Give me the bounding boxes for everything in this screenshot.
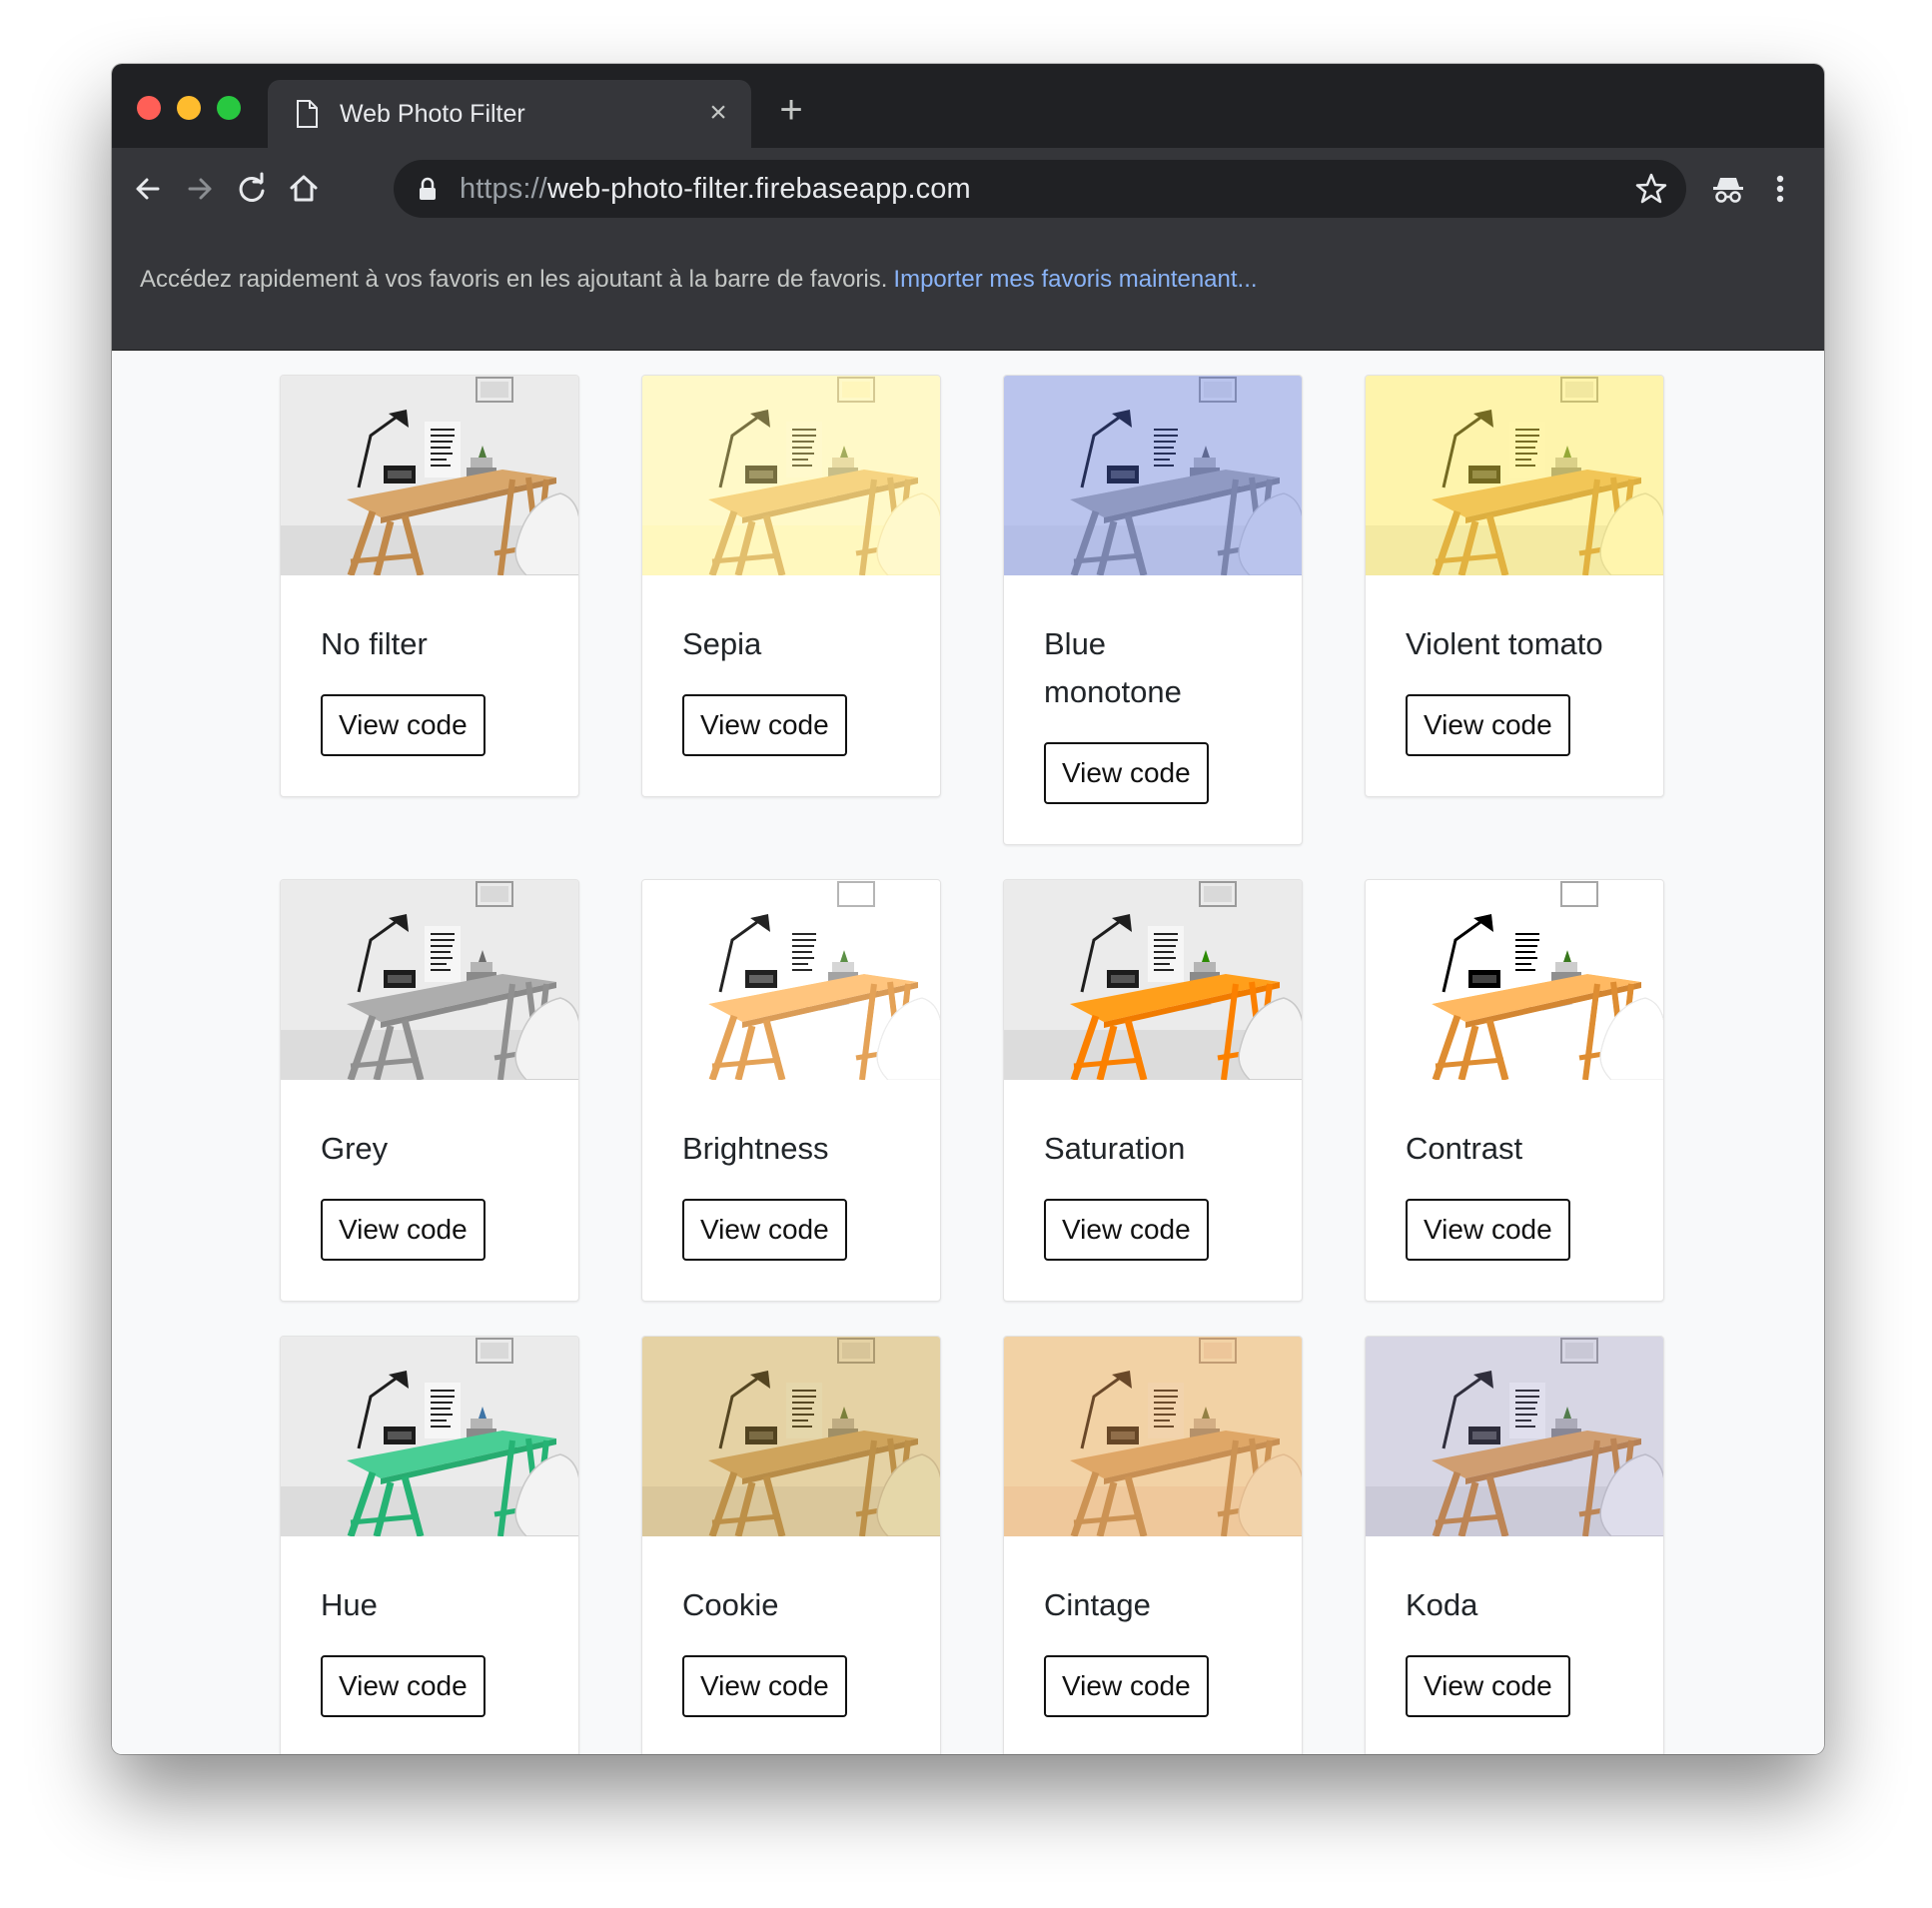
desk-photo-thumbnail — [1366, 880, 1663, 1080]
card-body: Brightness View code — [642, 1080, 940, 1301]
home-icon[interactable] — [284, 169, 324, 209]
card-body: Grey View code — [281, 1080, 578, 1301]
filter-title: Cintage — [1044, 1587, 1151, 1622]
lock-icon[interactable] — [418, 176, 438, 207]
filter-card: No filter View code — [280, 375, 579, 797]
card-body: Violent tomato View code — [1366, 575, 1663, 796]
filter-card: Hue View code — [280, 1336, 579, 1754]
filter-title: Hue — [321, 1587, 378, 1622]
view-code-button[interactable]: View code — [321, 694, 485, 756]
filter-title: Koda — [1406, 1587, 1478, 1622]
page-icon — [296, 100, 318, 133]
address-bar[interactable]: https://web-photo-filter.firebaseapp.com — [394, 160, 1686, 218]
card-body: Koda View code — [1366, 1536, 1663, 1754]
filter-card: Violent tomato View code — [1365, 375, 1664, 797]
desk-photo-thumbnail — [1004, 376, 1302, 575]
browser-window: Web Photo Filter × + https://web-photo-f… — [112, 64, 1824, 1754]
bookmark-star-icon[interactable] — [1634, 172, 1668, 211]
page-content: No filter View code Sepia View code Blue… — [112, 351, 1824, 1754]
desk-photo-thumbnail — [1004, 880, 1302, 1080]
desk-photo-thumbnail — [1004, 1337, 1302, 1536]
browser-toolbar: https://web-photo-filter.firebaseapp.com — [112, 148, 1824, 230]
filter-card: Brightness View code — [641, 879, 941, 1302]
desk-photo-thumbnail — [281, 880, 578, 1080]
window-controls — [137, 96, 241, 120]
menu-kebab-icon[interactable] — [1760, 169, 1800, 209]
card-body: Hue View code — [281, 1536, 578, 1754]
filter-title: No filter — [321, 626, 428, 661]
view-code-button[interactable]: View code — [1044, 1199, 1209, 1261]
view-code-button[interactable]: View code — [1044, 1655, 1209, 1717]
filter-card: Contrast View code — [1365, 879, 1664, 1302]
view-code-button[interactable]: View code — [1406, 1655, 1570, 1717]
filter-card-grid: No filter View code Sepia View code Blue… — [280, 375, 1664, 1754]
filter-title: Saturation — [1044, 1131, 1186, 1166]
view-code-button[interactable]: View code — [1044, 742, 1209, 804]
url-text: https://web-photo-filter.firebaseapp.com — [460, 173, 971, 206]
reload-icon[interactable] — [232, 169, 272, 209]
view-code-button[interactable]: View code — [321, 1655, 485, 1717]
bookmarks-hint-text: Accédez rapidement à vos favoris en les … — [140, 266, 888, 293]
card-body: Cookie View code — [642, 1536, 940, 1754]
view-code-button[interactable]: View code — [1406, 1199, 1570, 1261]
card-body: Saturation View code — [1004, 1080, 1302, 1301]
view-code-button[interactable]: View code — [321, 1199, 485, 1261]
filter-card: Cintage View code — [1003, 1336, 1303, 1754]
bookmarks-hint: Accédez rapidement à vos favoris en les … — [140, 266, 1258, 294]
url-scheme: https:// — [460, 173, 547, 205]
close-window-button[interactable] — [137, 96, 161, 120]
filter-card: Cookie View code — [641, 1336, 941, 1754]
desk-photo-thumbnail — [642, 376, 940, 575]
forward-arrow-icon[interactable] — [180, 169, 220, 209]
desk-photo-thumbnail — [642, 1337, 940, 1536]
filter-card: Blue monotone View code — [1003, 375, 1303, 845]
filter-title: Blue monotone — [1044, 626, 1182, 709]
desk-photo-thumbnail — [281, 376, 578, 575]
view-code-button[interactable]: View code — [682, 1655, 847, 1717]
back-arrow-icon[interactable] — [128, 169, 168, 209]
desk-photo-thumbnail — [281, 1337, 578, 1536]
filter-title: Grey — [321, 1131, 389, 1166]
view-code-button[interactable]: View code — [1406, 694, 1570, 756]
filter-title: Contrast — [1406, 1131, 1523, 1166]
view-code-button[interactable]: View code — [682, 1199, 847, 1261]
card-body: Contrast View code — [1366, 1080, 1663, 1301]
filter-card: Sepia View code — [641, 375, 941, 797]
filter-card: Saturation View code — [1003, 879, 1303, 1302]
filter-title: Violent tomato — [1406, 626, 1603, 661]
filter-title: Cookie — [682, 1587, 779, 1622]
filter-title: Brightness — [682, 1131, 829, 1166]
view-code-button[interactable]: View code — [682, 694, 847, 756]
card-body: Cintage View code — [1004, 1536, 1302, 1754]
url-host: web-photo-filter.firebaseapp.com — [546, 173, 971, 205]
filter-title: Sepia — [682, 626, 762, 661]
minimize-window-button[interactable] — [177, 96, 201, 120]
tab-title: Web Photo Filter — [340, 100, 525, 128]
desk-photo-thumbnail — [1366, 376, 1663, 575]
close-tab-icon[interactable]: × — [701, 96, 735, 130]
active-tab[interactable]: Web Photo Filter × — [268, 80, 751, 148]
zoom-window-button[interactable] — [217, 96, 241, 120]
bookmarks-bar: Accédez rapidement à vos favoris en les … — [112, 230, 1824, 351]
import-bookmarks-link[interactable]: Importer mes favoris maintenant... — [893, 266, 1257, 293]
card-body: Blue monotone View code — [1004, 575, 1302, 844]
filter-card: Koda View code — [1365, 1336, 1664, 1754]
incognito-icon[interactable] — [1708, 169, 1748, 209]
tab-strip: Web Photo Filter × + — [112, 64, 1824, 148]
card-body: Sepia View code — [642, 575, 940, 796]
new-tab-icon[interactable]: + — [771, 90, 811, 130]
desk-photo-thumbnail — [1366, 1337, 1663, 1536]
card-body: No filter View code — [281, 575, 578, 796]
desk-photo-thumbnail — [642, 880, 940, 1080]
filter-card: Grey View code — [280, 879, 579, 1302]
